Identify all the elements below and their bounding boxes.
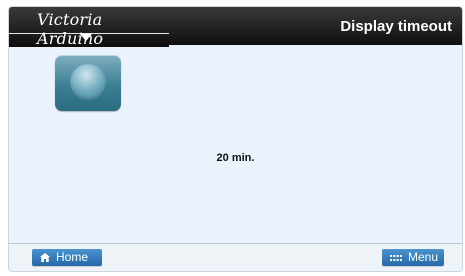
footer-bar: Home Menu xyxy=(9,243,462,271)
home-button[interactable]: Home xyxy=(32,249,102,266)
screen-frame: Victoria Arduino Display timeout 20 min.… xyxy=(9,7,462,271)
menu-button-label: Menu xyxy=(408,250,439,264)
page-title: Display timeout xyxy=(340,18,452,35)
header-bar: Victoria Arduino Display timeout xyxy=(9,7,462,48)
brand-logo: Victoria Arduino xyxy=(9,7,169,48)
brand-logo-arrow-icon xyxy=(80,34,92,41)
display-timeout-tile[interactable] xyxy=(55,55,121,111)
header-divider xyxy=(9,45,169,47)
menu-button[interactable]: Menu xyxy=(382,249,444,266)
home-icon xyxy=(40,253,50,262)
brand-logo-text: Victoria Arduino xyxy=(37,10,104,48)
home-button-label: Home xyxy=(56,250,89,264)
circle-icon xyxy=(70,64,106,100)
menu-grid-icon xyxy=(390,255,402,261)
timeout-value: 20 min. xyxy=(216,152,255,164)
